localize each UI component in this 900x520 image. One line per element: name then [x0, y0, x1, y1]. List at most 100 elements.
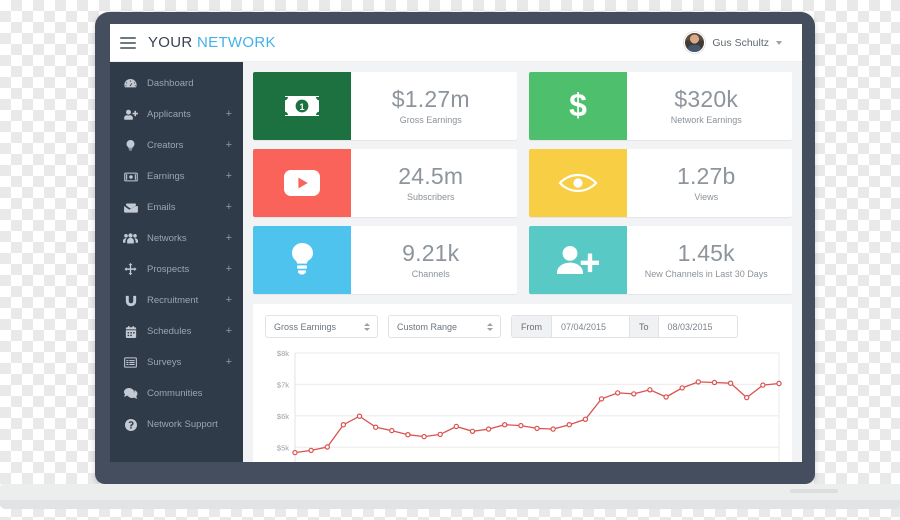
money-icon: [123, 170, 138, 184]
money-bill-icon: 1: [253, 72, 351, 140]
from-label: From: [512, 316, 552, 337]
stat-card-body: 1.27b Views: [627, 149, 793, 217]
stat-value: 24.5m: [398, 163, 464, 190]
metric-select-value: Gross Earnings: [274, 321, 337, 332]
youtube-icon: [253, 149, 351, 217]
sidebar-expand-icon: +: [225, 170, 232, 182]
avatar: [684, 32, 706, 53]
sidebar-item-schedules[interactable]: Schedules +: [110, 316, 243, 347]
chevron-down-icon: [776, 40, 782, 45]
stat-label: Subscribers: [406, 191, 455, 202]
laptop-mockup: YOUR NETWORK Gus Schultz Dashboard Appli…: [0, 0, 900, 520]
chart-filters: Gross Earnings Custom Range From 07/04/2…: [265, 315, 780, 338]
stat-card-views[interactable]: 1.27b Views: [528, 149, 793, 217]
stat-card-network-earnings[interactable]: $ $320k Network Earnings: [528, 72, 792, 140]
sidebar-expand-icon: +: [225, 108, 232, 120]
sidebar-item-surveys[interactable]: Surveys +: [110, 347, 243, 378]
svg-text:1: 1: [299, 102, 304, 112]
magnet-icon: [123, 294, 138, 308]
sidebar-item-label: Network Support: [147, 419, 218, 430]
svg-text:$5k: $5k: [277, 443, 289, 452]
laptop-base-lip: [0, 500, 900, 509]
stat-card-body: 24.5m Subscribers: [351, 149, 517, 217]
svg-text:$8k: $8k: [277, 349, 289, 358]
calendar-icon: [123, 325, 138, 339]
user-menu[interactable]: Gus Schultz: [680, 29, 788, 56]
sidebar-item-label: Surveys: [147, 357, 182, 368]
stat-card-channels[interactable]: 9.21k Channels: [253, 226, 517, 294]
sidebar-expand-icon: +: [225, 294, 232, 306]
envelope-icon: [123, 201, 138, 215]
sidebar-expand-icon: +: [225, 232, 232, 244]
stat-label: Gross Earnings: [399, 114, 462, 125]
app-body: Dashboard Applicants + Creators + Earnin…: [110, 62, 802, 462]
stat-card-subscribers[interactable]: 24.5m Subscribers: [253, 149, 517, 217]
sidebar-item-label: Dashboard: [147, 78, 194, 89]
svg-text:$: $: [569, 89, 587, 123]
user-name: Gus Schultz: [712, 36, 769, 49]
sidebar-item-label: Applicants: [147, 109, 191, 120]
sidebar-item-label: Emails: [147, 202, 176, 213]
main-content: 1 $1.27m Gross Earnings $ $320k Network …: [243, 62, 802, 462]
earnings-line-chart: $5k $6k $7k $8k: [265, 347, 782, 462]
sidebar-item-emails[interactable]: Emails +: [110, 192, 243, 223]
range-select-value: Custom Range: [397, 321, 458, 332]
stat-card-new-channels[interactable]: 1.45k New Channels in Last 30 Days: [528, 226, 793, 294]
laptop-foot: [790, 489, 838, 493]
to-label: To: [630, 316, 659, 337]
range-select[interactable]: Custom Range: [388, 315, 501, 338]
stat-value: $1.27m: [391, 86, 470, 113]
stat-value: 1.27b: [676, 163, 736, 190]
stat-value: 9.21k: [402, 240, 460, 267]
stat-card-body: $1.27m Gross Earnings: [351, 72, 517, 140]
sidebar-item-network-support[interactable]: Network Support: [110, 409, 243, 440]
to-date-input[interactable]: 08/03/2015: [659, 316, 737, 337]
dashboard-icon: [123, 77, 138, 91]
user-plus-icon: [123, 108, 138, 122]
stat-label: New Channels in Last 30 Days: [644, 268, 768, 279]
dollar-icon: $: [528, 72, 627, 140]
sidebar-item-recruitment[interactable]: Recruitment +: [110, 285, 243, 316]
date-range-group: From 07/04/2015 To 08/03/2015: [511, 315, 738, 338]
stat-card-body: 1.45k New Channels in Last 30 Days: [627, 226, 793, 294]
sidebar-item-label: Schedules: [147, 326, 192, 337]
app-brand: YOUR NETWORK: [148, 34, 276, 51]
hamburger-icon[interactable]: [120, 36, 136, 49]
laptop-screen: YOUR NETWORK Gus Schultz Dashboard Appli…: [110, 24, 802, 462]
sidebar-item-applicants[interactable]: Applicants +: [110, 99, 243, 130]
sidebar: Dashboard Applicants + Creators + Earnin…: [110, 62, 243, 462]
brand-primary: YOUR: [148, 34, 193, 51]
eye-icon: [528, 149, 627, 217]
sidebar-item-dashboard[interactable]: Dashboard: [110, 68, 243, 99]
list-alt-icon: [123, 356, 138, 370]
bulb-icon: [253, 226, 351, 294]
svg-text:$6k: $6k: [277, 412, 289, 421]
stat-value: $320k: [674, 86, 739, 113]
sidebar-item-label: Prospects: [147, 264, 190, 275]
move-icon: [123, 263, 138, 277]
bulb-icon: [123, 139, 138, 153]
dashboard-app: YOUR NETWORK Gus Schultz Dashboard Appli…: [110, 24, 802, 462]
stat-card-gross-earnings[interactable]: 1 $1.27m Gross Earnings: [253, 72, 517, 140]
question-icon: [123, 418, 138, 432]
metric-select[interactable]: Gross Earnings: [265, 315, 378, 338]
sidebar-item-creators[interactable]: Creators +: [110, 130, 243, 161]
sidebar-item-earnings[interactable]: Earnings +: [110, 161, 243, 192]
sidebar-item-networks[interactable]: Networks +: [110, 223, 243, 254]
chart-panel: Gross Earnings Custom Range From 07/04/2…: [253, 304, 792, 462]
sidebar-expand-icon: +: [225, 263, 232, 275]
sidebar-item-label: Communities: [147, 388, 203, 399]
top-bar: YOUR NETWORK Gus Schultz: [110, 24, 802, 62]
stat-cards: 1 $1.27m Gross Earnings $ $320k Network …: [253, 72, 792, 294]
from-date-input[interactable]: 07/04/2015: [552, 316, 630, 337]
stat-label: Views: [694, 191, 719, 202]
sidebar-item-prospects[interactable]: Prospects +: [110, 254, 243, 285]
sidebar-expand-icon: +: [225, 201, 232, 213]
stat-label: Channels: [411, 268, 450, 279]
spinner-icon: [364, 322, 370, 331]
group-icon: [123, 232, 138, 246]
stat-value: 1.45k: [677, 240, 735, 267]
sidebar-item-label: Earnings: [147, 171, 185, 182]
sidebar-item-communities[interactable]: Communities: [110, 378, 243, 409]
stat-card-body: 9.21k Channels: [351, 226, 517, 294]
